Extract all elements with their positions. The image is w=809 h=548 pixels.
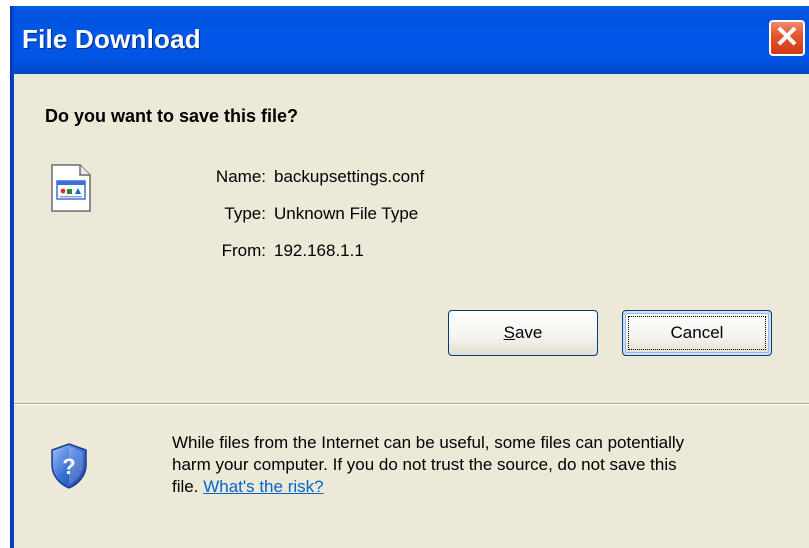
file-icon	[51, 164, 91, 212]
file-download-dialog: File Download ✕ Do you want to save this…	[10, 6, 809, 548]
file-name-label: Name:	[215, 167, 266, 186]
warning-line-3-prefix: file.	[172, 477, 204, 496]
file-type-row: Type: Unknown File Type	[160, 204, 560, 230]
file-name-value: backupsettings.conf	[274, 167, 425, 186]
focus-ring	[628, 316, 766, 350]
separator	[14, 403, 809, 405]
window-title: File Download	[22, 24, 201, 54]
file-type-value: Unknown File Type	[274, 204, 419, 223]
whats-the-risk-link[interactable]: What's the risk?	[203, 477, 323, 496]
warning-line-1: While files from the Internet can be use…	[172, 433, 685, 452]
file-type-label: Type:	[224, 204, 266, 223]
window-left-border	[10, 6, 14, 548]
shield-question-icon: ?	[51, 443, 87, 489]
save-mnemonic: S	[503, 323, 515, 342]
file-from-label: From:	[221, 241, 266, 260]
save-label-rest: ave	[514, 323, 543, 342]
svg-text:?: ?	[62, 454, 75, 479]
close-button[interactable]: ✕	[769, 20, 805, 56]
title-bar[interactable]: File Download ✕	[10, 6, 809, 74]
warning-line-3: file. What's the risk?	[172, 476, 802, 498]
close-icon: ✕	[774, 21, 800, 54]
file-name-row: Name: backupsettings.conf	[160, 167, 560, 193]
warning-line-2: harm your computer. If you do not trust …	[172, 455, 677, 474]
file-from-row: From: 192.168.1.1	[160, 241, 560, 267]
save-button[interactable]: Save	[448, 310, 598, 356]
dialog-question: Do you want to save this file?	[45, 106, 299, 126]
file-from-value: 192.168.1.1	[274, 241, 364, 260]
security-warning: While files from the Internet can be use…	[172, 432, 802, 498]
cancel-button[interactable]: Cancel	[622, 310, 772, 356]
